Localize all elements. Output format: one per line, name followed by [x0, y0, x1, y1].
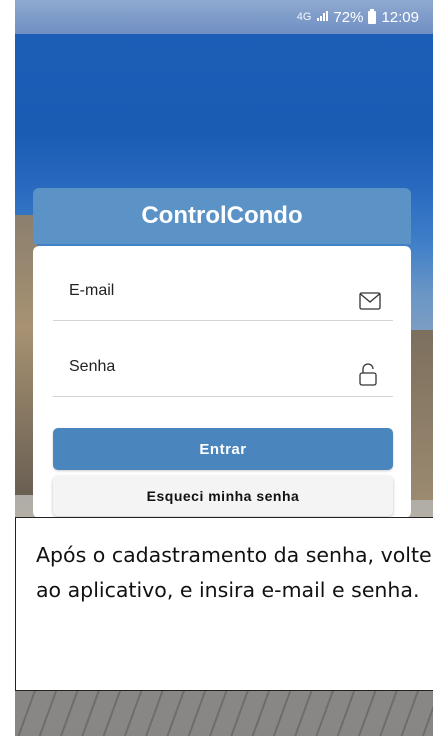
login-button[interactable]: Entrar [53, 428, 393, 470]
email-label: E-mail [69, 282, 115, 299]
signal-icon [316, 9, 329, 26]
password-label: Senha [69, 358, 116, 375]
clock: 12:09 [381, 8, 419, 26]
instruction-callout: Após o cadastramento da senha, volte ao … [15, 517, 433, 691]
background-pavement [15, 690, 433, 736]
envelope-icon [359, 292, 381, 310]
forgot-password-button[interactable]: Esqueci minha senha [53, 476, 393, 516]
email-field[interactable]: E-mail [53, 246, 393, 321]
background-building-right [409, 330, 433, 500]
status-bar: 4G 72% 12:09 [15, 0, 433, 34]
login-card: ControlCondo E-mail Senha Entrar Esqueci… [33, 188, 411, 518]
lock-icon [359, 362, 377, 386]
battery-icon [368, 8, 377, 24]
network-type: 4G [296, 11, 312, 23]
password-field[interactable]: Senha [53, 322, 393, 397]
app-title: ControlCondo [33, 188, 411, 244]
battery-percent: 72% [333, 8, 364, 26]
